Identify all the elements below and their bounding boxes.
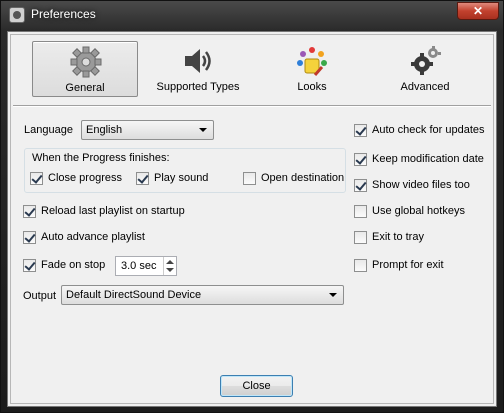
- palette-icon: [297, 47, 327, 76]
- output-device-value: Default DirectSound Device: [66, 289, 202, 301]
- checkbox-box[interactable]: [136, 172, 149, 185]
- checkbox-label: Auto advance playlist: [41, 231, 145, 243]
- tab-general-label: General: [65, 82, 105, 94]
- checkbox-label: Play sound: [154, 172, 209, 184]
- tab-looks-label: Looks: [297, 81, 327, 93]
- close-button[interactable]: Close: [220, 375, 293, 397]
- checkbox-label: Show video files too: [372, 179, 470, 191]
- preferences-panel: General Supported Types Looks Advanced L…: [10, 34, 494, 404]
- spinner-buttons[interactable]: [163, 257, 176, 275]
- chevron-down-icon: [199, 128, 207, 132]
- checkbox-label: Prompt for exit: [372, 259, 444, 271]
- output-device-select[interactable]: Default DirectSound Device: [61, 285, 344, 305]
- checkbox-box[interactable]: [354, 231, 367, 244]
- checkbox-box[interactable]: [354, 124, 367, 137]
- progress-group-title: When the Progress finishes:: [30, 152, 172, 164]
- checkbox-box[interactable]: [354, 205, 367, 218]
- toolbar-divider: [13, 105, 491, 107]
- window-title: Preferences: [31, 7, 96, 21]
- fade-duration-spinner[interactable]: 3.0 sec: [115, 256, 177, 276]
- title-bar[interactable]: Preferences ✕: [1, 1, 504, 29]
- checkbox-box[interactable]: [243, 172, 256, 185]
- tab-looks[interactable]: Looks: [259, 41, 365, 97]
- output-label: Output: [23, 290, 57, 302]
- language-select-value: English: [86, 124, 123, 136]
- gear-icon: [70, 46, 102, 78]
- checkbox-box[interactable]: [23, 259, 36, 272]
- checkbox-label: Keep modification date: [372, 153, 484, 165]
- speaker-icon: [185, 49, 211, 73]
- checkbox-label: Close progress: [48, 172, 122, 184]
- tab-advanced-label: Advanced: [400, 81, 450, 93]
- checkbox-box[interactable]: [30, 172, 43, 185]
- checkbox-label: Open destination: [261, 172, 345, 184]
- checkbox-box[interactable]: [23, 205, 36, 218]
- tab-general[interactable]: General: [32, 41, 138, 97]
- checkbox-label: Use global hotkeys: [372, 205, 465, 217]
- checkbox-label: Reload last playlist on startup: [41, 205, 185, 217]
- dialog-client-area: General Supported Types Looks Advanced L…: [7, 31, 497, 407]
- language-label: Language: [24, 124, 73, 136]
- window-close-button[interactable]: ✕: [457, 2, 499, 20]
- language-select[interactable]: English: [81, 120, 214, 140]
- gears-icon: [411, 46, 441, 75]
- checkbox-label: Exit to tray: [372, 231, 424, 243]
- checkbox-box[interactable]: [354, 179, 367, 192]
- fade-duration-value: 3.0 sec: [121, 260, 157, 272]
- checkbox-box[interactable]: [354, 153, 367, 166]
- checkbox-box[interactable]: [23, 231, 36, 244]
- preferences-window: Preferences ✕ General Supported Types Lo…: [0, 0, 504, 413]
- spinner-down-icon[interactable]: [166, 268, 174, 272]
- tab-supported-types[interactable]: Supported Types: [145, 41, 251, 97]
- tab-advanced[interactable]: Advanced: [372, 41, 478, 97]
- checkbox-label: Fade on stop: [41, 259, 106, 271]
- category-toolbar: General Supported Types Looks Advanced: [11, 35, 495, 99]
- chevron-down-icon: [329, 293, 337, 297]
- checkbox-label: Auto check for updates: [372, 124, 485, 136]
- app-icon[interactable]: [9, 7, 25, 23]
- tab-supported-types-label: Supported Types: [156, 81, 240, 93]
- checkbox-box[interactable]: [354, 259, 367, 272]
- spinner-up-icon[interactable]: [166, 260, 174, 264]
